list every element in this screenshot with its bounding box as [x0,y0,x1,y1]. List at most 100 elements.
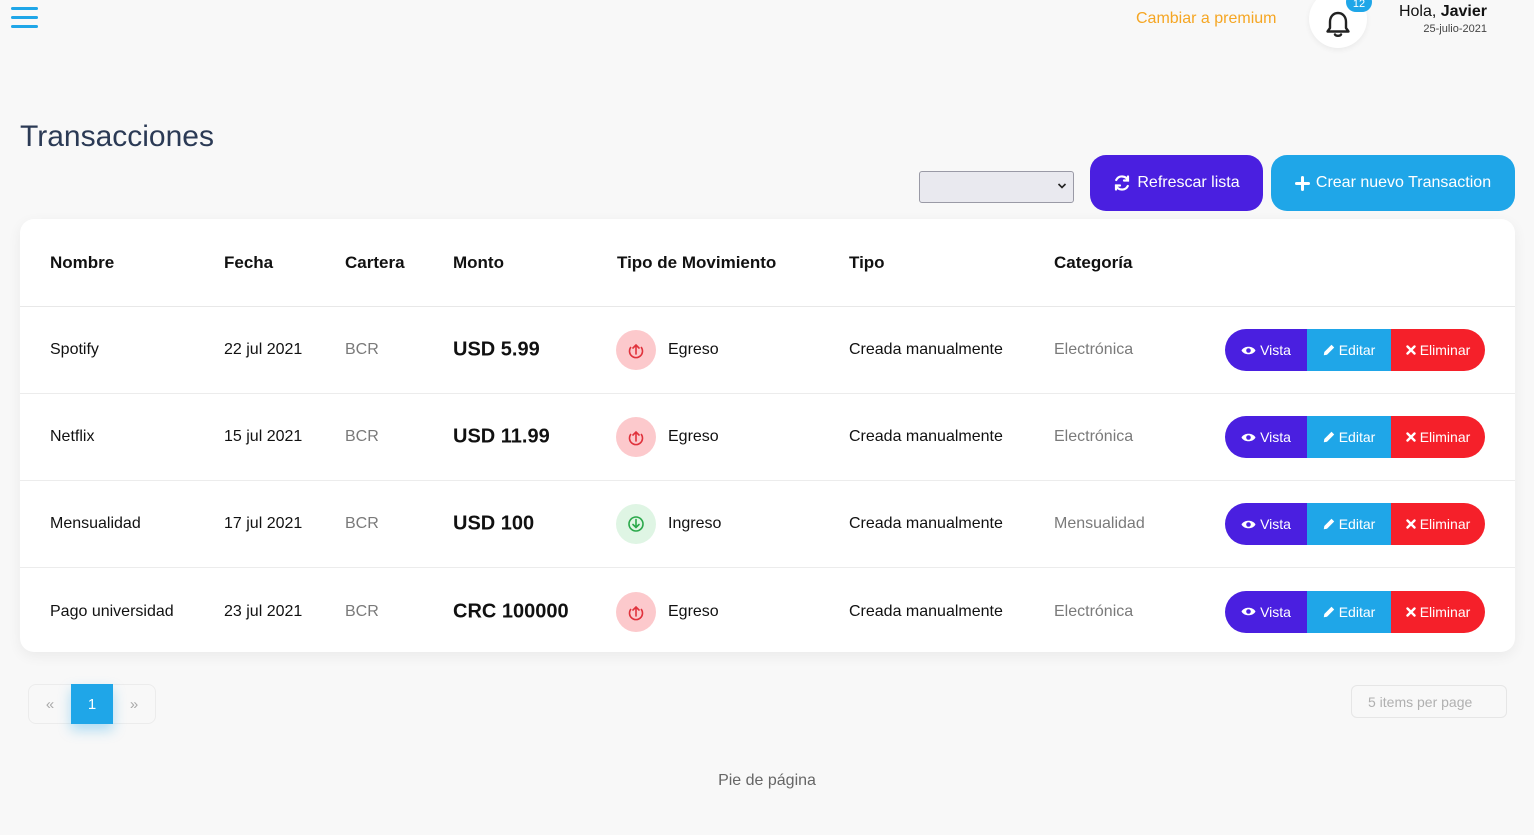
movement-type-icon [616,504,656,544]
row-actions: Vista Editar Eliminar [1225,590,1485,633]
edit-label: Editar [1338,342,1376,358]
arrow-up-circle-icon [628,430,644,446]
user-greeting: Hola, Javier 25-julio-2021 [1399,3,1487,35]
cell-category: Electrónica [1054,428,1134,445]
cell-date: 22 jul 2021 [224,341,303,358]
table-row: Pago universidad 23 jul 2021 BCR CRC 100000… [20,568,1515,655]
page-title: Transacciones [20,120,214,153]
column-header-monto: Monto [453,253,504,272]
close-icon [1406,432,1416,442]
cell-name: Netflix [50,428,95,445]
cell-type: Creada manualmente [849,428,1003,445]
refresh-list-label: Refrescar lista [1137,174,1240,191]
pagination-page-1[interactable]: 1 [71,684,113,724]
transactions-table: Nombre Fecha Cartera Monto Tipo de Movim… [20,219,1515,652]
upgrade-premium-link[interactable]: Cambiar a premium [1136,10,1276,28]
delete-label: Eliminar [1419,603,1471,620]
pencil-icon [1323,344,1334,356]
view-label: Vista [1260,603,1291,620]
eye-icon [1241,433,1256,441]
notification-count-badge: 12 [1346,0,1372,12]
cell-type: Creada manualmente [849,515,1003,532]
cell-category: Electrónica [1054,341,1134,358]
arrow-up-circle-icon [628,605,644,620]
edit-label: Editar [1338,516,1376,532]
menu-icon[interactable] [11,6,38,30]
pencil-icon [1323,431,1334,443]
row-actions: Vista Editar Eliminar [1225,329,1485,371]
cell-wallet: BCR [345,515,379,532]
create-transaction-button[interactable]: Crear nuevo Transaction [1271,155,1515,211]
current-date: 25-julio-2021 [1423,23,1487,35]
edit-button[interactable]: Editar [1307,590,1391,633]
eye-icon [1241,607,1256,616]
cell-date: 15 jul 2021 [224,428,303,445]
table-header: Nombre Fecha Cartera Monto Tipo de Movim… [20,219,1515,307]
view-button[interactable]: Vista [1225,329,1307,371]
cell-wallet: BCR [345,428,379,445]
cell-amount: USD 100 [453,512,535,535]
greeting-prefix: Hola, [1398,3,1441,20]
delete-button[interactable]: Eliminar [1391,503,1485,545]
pencil-icon [1323,518,1334,530]
pencil-icon [1323,606,1334,617]
delete-button[interactable]: Eliminar [1391,416,1485,458]
edit-label: Editar [1338,429,1376,445]
cell-type: Creada manualmente [849,341,1003,358]
cell-amount: USD 11.99 [453,425,550,448]
view-button[interactable]: Vista [1225,503,1307,545]
bell-icon [1326,11,1350,38]
cell-amount: CRC 100000 [453,600,569,622]
page-footer: Pie de página [718,772,816,789]
view-button[interactable]: Vista [1225,416,1307,458]
cell-wallet: BCR [345,602,379,620]
delete-label: Eliminar [1419,429,1471,445]
edit-button[interactable]: Editar [1307,329,1391,371]
items-per-page-select[interactable]: 5 items per page [1351,685,1507,718]
refresh-list-button[interactable]: Refrescar lista [1090,155,1263,211]
close-icon [1406,519,1416,529]
column-header-tipo: Tipo [849,253,885,272]
close-icon [1406,606,1416,617]
column-header-fecha: Fecha [224,253,274,272]
cell-movement: Egreso [668,341,719,358]
movement-type-icon [616,417,656,457]
cell-wallet: BCR [345,341,379,358]
pagination: « 1 » [28,684,156,724]
cell-date: 23 jul 2021 [224,602,303,620]
delete-button[interactable]: Eliminar [1391,329,1485,371]
movement-type-icon [616,330,656,370]
view-button[interactable]: Vista [1225,590,1307,633]
create-transaction-label: Crear nuevo Transaction [1315,174,1492,191]
table-row: Netflix 15 jul 2021 BCR USD 11.99 Egreso Crea… [20,394,1515,481]
cell-date: 17 jul 2021 [224,515,303,532]
cell-movement: Egreso [668,428,719,445]
close-icon [1406,345,1416,355]
cell-name: Pago universidad [50,602,174,620]
cell-category: Electrónica [1054,602,1134,620]
row-actions: Vista Editar Eliminar [1225,503,1485,545]
delete-button[interactable]: Eliminar [1391,590,1485,633]
edit-label: Editar [1338,603,1376,620]
column-header-nombre: Nombre [50,253,115,272]
delete-label: Eliminar [1419,342,1471,358]
filter-select[interactable] [919,171,1074,203]
table-row: Mensualidad 17 jul 2021 BCR USD 100 Ingreso C… [20,481,1515,568]
plus-icon [1294,175,1310,191]
cell-category: Mensualidad [1054,515,1145,532]
edit-button[interactable]: Editar [1307,503,1391,545]
column-header-cartera: Cartera [345,253,405,272]
edit-button[interactable]: Editar [1307,416,1391,458]
cell-name: Mensualidad [50,515,141,532]
movement-type-icon [616,591,656,632]
pagination-next-button[interactable]: » [113,685,155,723]
chevron-down-icon [1057,183,1067,189]
pagination-prev-button[interactable]: « [29,685,71,723]
view-label: Vista [1260,516,1291,532]
eye-icon [1241,520,1256,528]
eye-icon [1241,346,1256,354]
row-actions: Vista Editar Eliminar [1225,416,1485,458]
arrow-down-circle-icon [628,516,644,532]
arrow-up-circle-icon [628,343,644,359]
column-header-tipo-movimiento: Tipo de Movimiento [617,253,777,272]
